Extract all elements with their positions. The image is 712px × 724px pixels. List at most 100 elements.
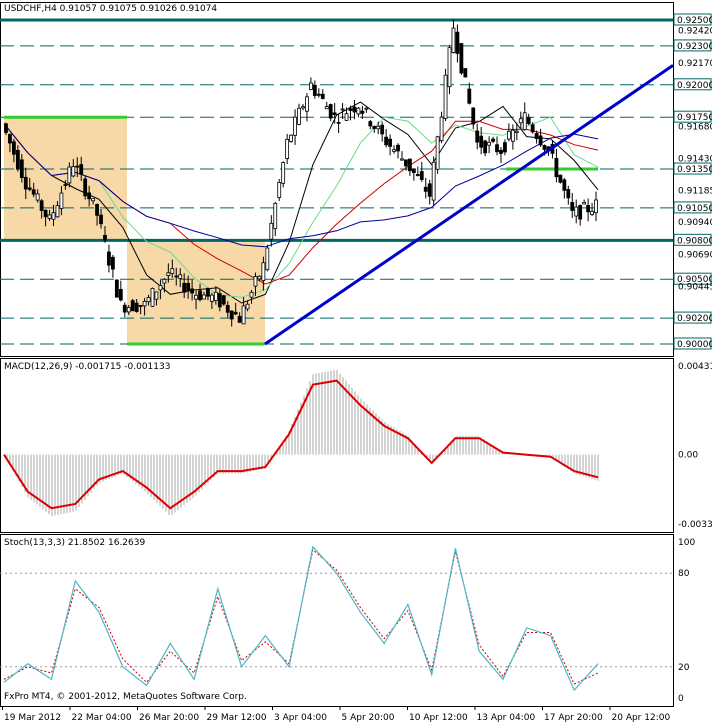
candle-body [380,124,385,135]
stoch-main-line [3,545,599,692]
candle-body [39,200,44,211]
candle-body [79,164,84,175]
candle-body [75,165,80,168]
y-tick-label-3: 0.91430 [678,155,712,165]
candle-body [209,294,214,302]
candle-body [273,202,278,230]
candle-body [87,192,92,200]
candle-body [111,256,115,270]
candle-body [435,136,440,170]
candle-body [447,47,452,88]
candle-body [554,157,559,178]
candle-body [186,282,191,292]
candle-body [411,168,416,173]
x-tick-label-7: 13 Apr 04:00 [477,713,536,723]
candle-body [328,104,333,119]
candle-body [293,116,297,136]
candle-body [538,135,543,146]
candle-body [51,212,56,220]
candle-body [305,96,309,112]
candle-body [316,93,321,96]
candle-body [31,189,36,195]
candle-body [459,43,464,74]
candle-body [15,149,20,170]
candle-body [479,135,484,148]
candle-body [225,304,230,313]
candle-body [150,287,155,307]
candle-body [542,145,547,150]
candle-body [348,108,353,111]
candle-body [467,88,472,104]
candle-body [495,144,499,153]
level-label-2: 0.92000 [677,81,712,91]
main-chart-title: USDCHF,H4 0.91057 0.91075 0.91026 0.9107… [4,4,218,14]
candle-body [107,251,111,266]
candle-body [396,144,400,152]
candle-body [320,93,325,99]
candle-body [503,142,507,153]
candle-body [269,222,274,240]
candle-body [35,193,40,201]
candle-body [352,106,357,113]
candle-body [178,274,183,279]
candle-body [336,121,341,124]
candle-body [253,276,258,287]
candle-body [590,210,594,216]
candle-body [118,289,123,301]
level-label-8: 0.90200 [677,314,712,324]
candle-body [499,149,503,154]
candle-body [376,125,381,130]
candle-body [439,116,444,142]
x-tick-label-6: 10 Apr 12:00 [409,713,468,723]
candle-body [308,82,313,91]
x-tick-label-4: 3 Apr 04:00 [274,713,327,723]
candle-body [578,205,583,220]
candle-body [297,107,301,125]
candle-body [138,305,143,307]
candle-body [344,113,349,121]
candle-body [566,189,571,199]
candle-body [146,297,151,303]
candle-body [388,138,393,147]
candle-body [455,31,460,54]
candle-body [582,201,587,205]
candle-body [241,305,246,325]
candle-body [518,118,523,124]
candle-body [47,214,52,219]
level-label-6: 0.90800 [677,236,712,246]
candle-body [162,278,167,284]
candle-body [174,275,179,278]
y-tick-label-2: 0.91680 [678,122,712,132]
candle-body [570,202,575,211]
level-label-5: 0.91050 [677,204,712,214]
candle-body [368,121,373,127]
macd-tick-label-1: 0.00 [678,451,698,461]
candle-body [400,158,404,161]
candle-body [249,291,254,298]
candle-body [332,112,337,115]
candle-body [206,287,210,297]
candle-body [43,209,48,218]
candle-body [19,159,24,178]
candle-body [59,192,64,209]
candle-body [202,294,206,300]
candle-body [423,186,428,192]
candle-body [122,304,127,313]
candle-body [443,74,448,119]
y-tick-label-0: 0.92420 [678,26,712,36]
candle-body [217,293,222,308]
candle-body [360,110,365,114]
candle-body [170,268,175,274]
candle-body [71,166,76,177]
candle-body [277,182,282,198]
candle-body [245,303,250,310]
candle-body [340,108,345,111]
candle-body [91,198,95,202]
candle-body [526,117,531,124]
candle-body [134,302,139,312]
candle-body [130,300,135,312]
candle-body [27,187,32,190]
candle-body [534,133,539,139]
candle-body [558,174,563,183]
candle-body [63,184,68,187]
